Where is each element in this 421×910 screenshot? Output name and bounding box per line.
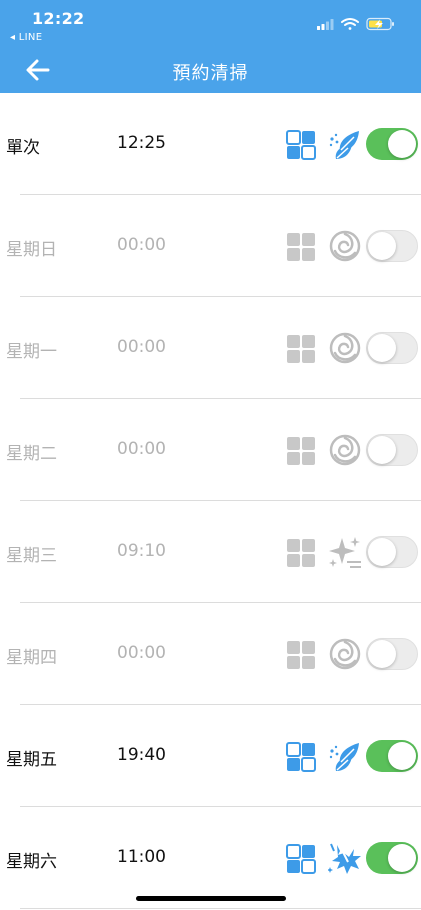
schedule-row[interactable]: 星期一 00:00 (0, 297, 421, 399)
top-bar: 12:22 ◂ LINE 預約清掃 (0, 0, 421, 93)
schedule-toggle[interactable] (366, 740, 418, 772)
area-grid-icon[interactable] (286, 538, 316, 568)
page-title: 預約清掃 (172, 63, 249, 84)
schedule-day-label: 星期一 (6, 342, 57, 362)
schedule-row[interactable]: 單次 12:25 (0, 93, 421, 195)
leaf-icon[interactable] (328, 739, 362, 773)
schedule-toggle[interactable] (366, 230, 418, 262)
schedule-day-label: 單次 (6, 138, 40, 158)
signal-icon (317, 19, 334, 30)
schedule-time-label[interactable]: 00:00 (117, 337, 166, 357)
area-grid-icon[interactable] (286, 436, 316, 466)
schedule-time-label[interactable]: 11:00 (117, 847, 166, 867)
leaf-icon[interactable] (328, 127, 362, 161)
schedule-time-label[interactable]: 19:40 (117, 745, 166, 765)
schedule-day-label: 星期日 (6, 240, 57, 260)
sparkle-icon[interactable] (328, 535, 362, 569)
schedule-time-label[interactable]: 00:00 (117, 643, 166, 663)
swirl-icon[interactable] (328, 229, 362, 263)
swirl-icon[interactable] (328, 637, 362, 671)
schedule-time-label[interactable]: 12:25 (117, 133, 166, 153)
schedule-day-label: 星期二 (6, 444, 57, 464)
swirl-icon[interactable] (328, 331, 362, 365)
toggle-knob (368, 436, 396, 464)
toggle-knob (368, 232, 396, 260)
area-grid-icon[interactable] (286, 844, 316, 874)
area-grid-icon[interactable] (286, 640, 316, 670)
schedule-toggle[interactable] (366, 332, 418, 364)
toggle-knob (388, 130, 416, 158)
schedule-time-label[interactable]: 00:00 (117, 439, 166, 459)
schedule-row[interactable]: 星期五 19:40 (0, 705, 421, 807)
schedule-day-label: 星期三 (6, 546, 57, 566)
status-time: 12:22 (32, 9, 85, 28)
toggle-knob (368, 640, 396, 668)
schedule-row[interactable]: 星期三 09:10 (0, 501, 421, 603)
schedule-day-label: 星期四 (6, 648, 57, 668)
home-indicator (136, 896, 286, 901)
area-grid-icon[interactable] (286, 334, 316, 364)
area-grid-icon[interactable] (286, 232, 316, 262)
schedule-row[interactable]: 星期二 00:00 (0, 399, 421, 501)
schedule-toggle[interactable] (366, 128, 418, 160)
schedule-row[interactable]: 星期日 00:00 (0, 195, 421, 297)
schedule-day-label: 星期五 (6, 750, 57, 770)
schedule-time-label[interactable]: 00:00 (117, 235, 166, 255)
area-grid-icon[interactable] (286, 130, 316, 160)
swirl-icon[interactable] (328, 433, 362, 467)
toggle-knob (388, 742, 416, 770)
schedule-toggle[interactable] (366, 638, 418, 670)
area-grid-icon[interactable] (286, 742, 316, 772)
schedule-toggle[interactable] (366, 434, 418, 466)
schedule-toggle[interactable] (366, 842, 418, 874)
schedule-list: 單次 12:25 星期日 00:00 星期一 00:00 星期二 00:00 星期三 09:10 星… (0, 93, 421, 909)
status-icons (317, 17, 403, 31)
schedule-row[interactable]: 星期四 00:00 (0, 603, 421, 705)
turbo-icon[interactable] (327, 841, 362, 875)
back-to-app-link[interactable]: ◂ LINE (10, 32, 42, 43)
wifi-icon (341, 18, 359, 30)
toggle-knob (368, 334, 396, 362)
battery-icon (366, 17, 394, 31)
schedule-time-label[interactable]: 09:10 (117, 541, 166, 561)
schedule-day-label: 星期六 (6, 852, 57, 872)
toggle-knob (388, 844, 416, 872)
schedule-row[interactable]: 星期六 11:00 (0, 807, 421, 909)
schedule-toggle[interactable] (366, 536, 418, 568)
toggle-knob (368, 538, 396, 566)
